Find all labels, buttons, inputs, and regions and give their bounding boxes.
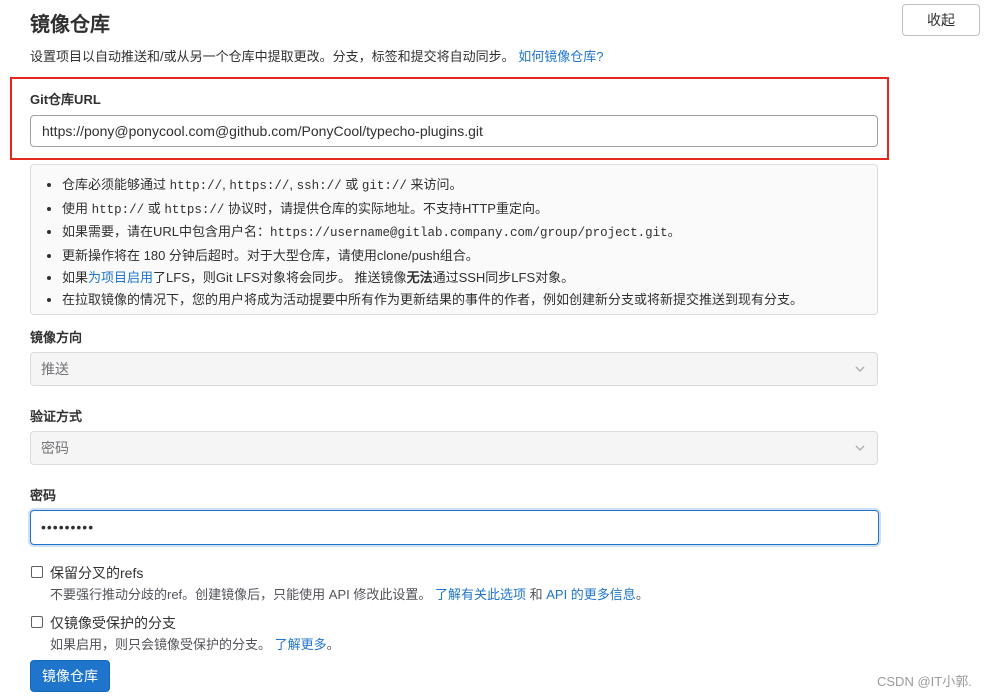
repository-url-input[interactable]: https://pony@ponycool.com@github.com/Pon… — [30, 115, 878, 147]
auth-method-label: 验证方式 — [30, 409, 83, 424]
mirror-repository-button[interactable]: 镜像仓库 — [30, 660, 110, 692]
mirror-direction-select[interactable]: 推送 — [30, 352, 878, 386]
password-input[interactable]: ••••••••• — [30, 510, 879, 545]
page-description: 设置项目以自动推送和/或从另一个仓库中提取更改。分支，标签和提交将自动同步。 如… — [30, 46, 603, 65]
page-title: 镜像仓库 — [30, 14, 110, 36]
protected-branches-label[interactable]: 仅镜像受保护的分支 — [50, 613, 176, 633]
password-label: 密码 — [30, 488, 57, 503]
auth-value: 密码 — [41, 440, 69, 456]
watermark: CSDN @IT小郭. — [877, 674, 972, 689]
list-item: 更新操作将在 180 分钟后超时。对于大型仓库，请使用clone/push组合。 — [62, 245, 877, 267]
list-item: 仓库必须能够通过 http://, https://, ssh:// 或 git… — [62, 174, 877, 198]
keep-divergent-refs-checkbox[interactable] — [31, 566, 43, 578]
description-text: 设置项目以自动推送和/或从另一个仓库中提取更改。分支，标签和提交将自动同步。 — [30, 49, 515, 64]
protected-branches-help: 如果启用，则只会镜像受保护的分支。 了解更多。 — [50, 637, 340, 652]
keep-divergent-refs-label[interactable]: 保留分叉的refs — [50, 563, 143, 583]
direction-value: 推送 — [41, 361, 69, 377]
list-item: 如果为项目启用了LFS，则Git LFS对象将会同步。 推送镜像无法通过SSH同… — [62, 267, 877, 289]
list-item: 如果需要，请在URL中包含用户名：https://username@gitlab… — [62, 221, 877, 245]
auth-method-select[interactable]: 密码 — [30, 431, 878, 465]
list-item: 使用 http:// 或 https:// 协议时，请提供仓库的实际地址。不支持… — [62, 198, 877, 222]
url-field-label: Git仓库URL — [30, 92, 101, 107]
chevron-down-icon — [855, 432, 867, 464]
how-to-mirror-link[interactable]: 如何镜像仓库? — [518, 49, 603, 64]
collapse-button[interactable]: 收起 — [902, 4, 980, 36]
api-info-link[interactable]: API 的更多信息 — [546, 587, 636, 602]
direction-label: 镜像方向 — [30, 330, 83, 345]
keep-divergent-refs-help: 不要强行推动分歧的ref。创建镜像后，只能使用 API 修改此设置。 了解有关此… — [50, 587, 649, 602]
protected-branches-checkbox[interactable] — [31, 616, 43, 628]
learn-more-link[interactable]: 了解更多 — [275, 637, 327, 652]
learn-option-link[interactable]: 了解有关此选项 — [435, 587, 526, 602]
enable-lfs-link[interactable]: 为项目启用 — [88, 270, 153, 285]
list-item: 在拉取镜像的情况下，您的用户将成为活动提要中所有作为更新结果的事件的作者，例如创… — [62, 289, 877, 311]
chevron-down-icon — [855, 353, 867, 385]
url-help-box: 仓库必须能够通过 http://, https://, ssh:// 或 git… — [30, 164, 878, 315]
